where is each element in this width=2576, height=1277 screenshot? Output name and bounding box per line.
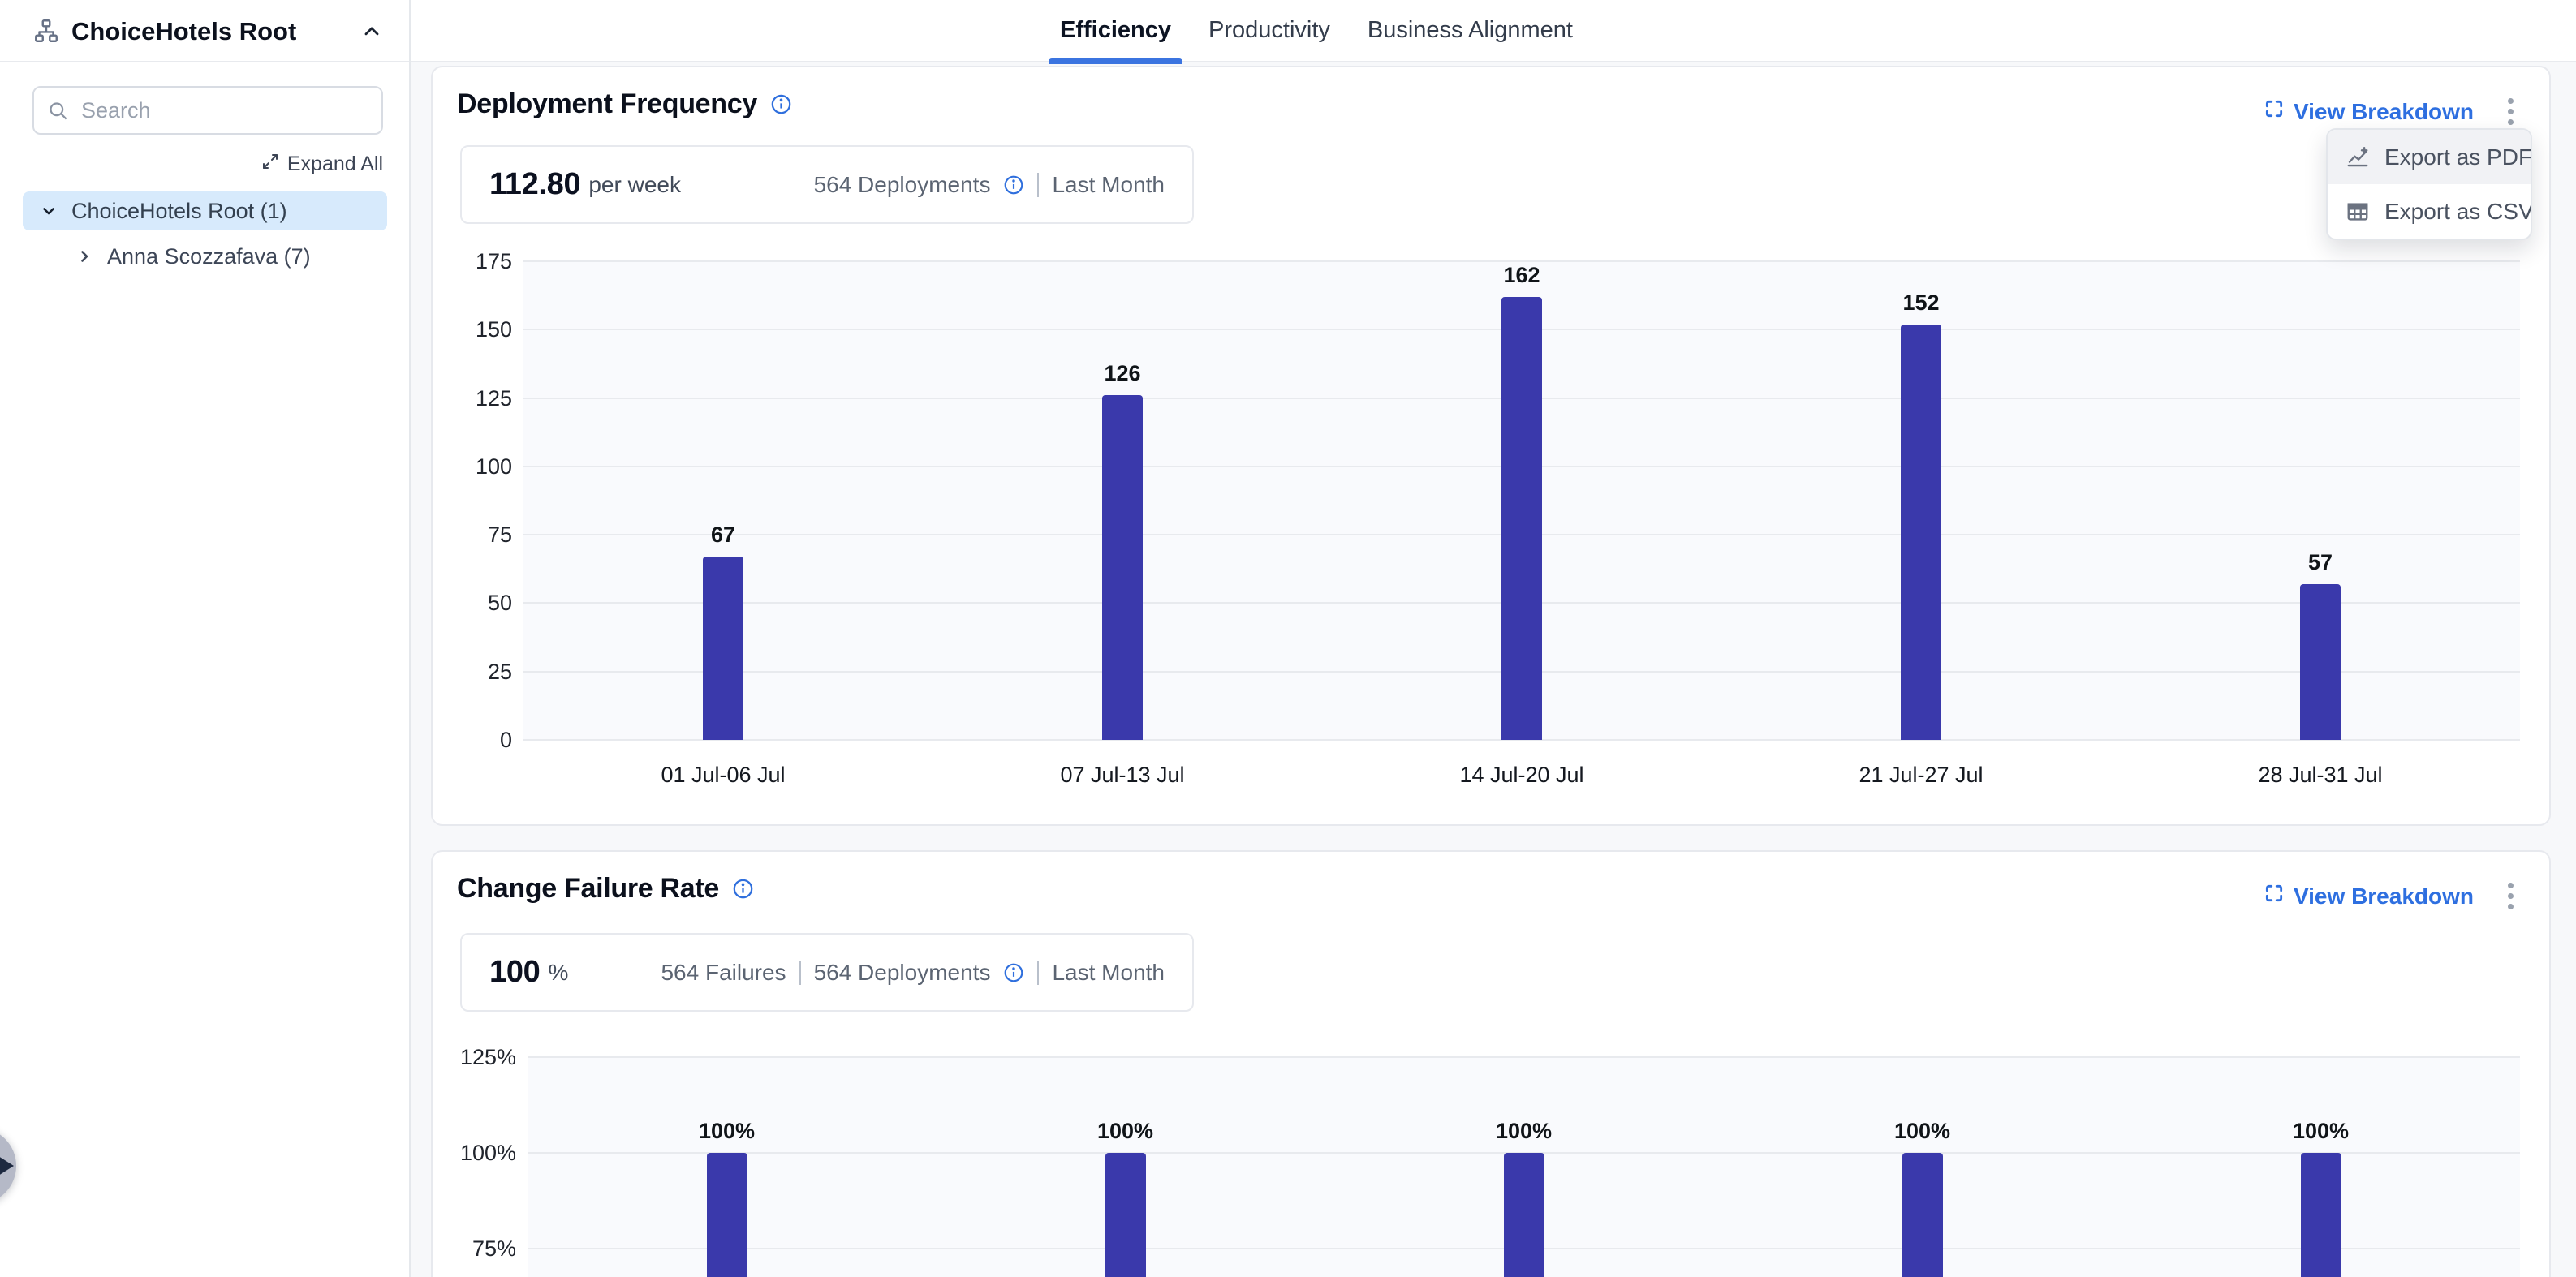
y-axis-tick-label: 100% (433, 1139, 516, 1167)
tree-item-label: Anna Scozzafava (7) (107, 244, 311, 269)
y-axis-tick-label: 175 (433, 247, 512, 275)
change-failure-rate-card: Change Failure Rate View Breakdown 100 %… (431, 850, 2551, 1277)
tree-item-choicehotels-root-1[interactable]: ChoiceHotels Root (1) (23, 191, 387, 230)
bar[interactable] (2300, 584, 2341, 740)
bar[interactable] (2301, 1153, 2341, 1277)
change-failure-rate-chart: 125% 100% 75% 100% 100% 100% 100% 100% (433, 852, 2549, 1277)
search-box (32, 86, 383, 135)
x-axis-category-label: 21 Jul-27 Jul (1759, 761, 2083, 789)
menu-item-label: Export as PDF (2384, 144, 2532, 170)
bar[interactable] (1901, 325, 1941, 740)
y-axis-tick-label: 100 (433, 453, 512, 480)
bar-value-label: 100% (1045, 1117, 1207, 1145)
bar-value-label: 162 (1441, 261, 1603, 289)
menu-item-export-as-pdf[interactable]: Export as PDF (2328, 130, 2531, 184)
menu-item-label: Export as CSV (2384, 199, 2532, 225)
tab-productivity[interactable]: Productivity (1197, 0, 1342, 62)
play-icon (0, 1156, 14, 1176)
bar-value-label: 152 (1840, 289, 2002, 316)
bar[interactable] (1102, 395, 1143, 740)
chevron-down-icon[interactable] (39, 201, 58, 221)
deployment-frequency-card: Deployment Frequency View Breakdown 112.… (431, 66, 2551, 826)
y-axis-tick-label: 125% (433, 1043, 516, 1071)
bar-value-label: 126 (1041, 359, 1204, 387)
bar-value-label: 100% (646, 1117, 808, 1145)
gridline (528, 1056, 2520, 1058)
deployment-frequency-chart: 175 150 125 100 75 50 25 0 67 01 Jul-06 Jul 126 07 … (433, 67, 2549, 824)
y-axis-tick-label: 25 (433, 658, 512, 686)
expand-all-button[interactable]: Expand All (32, 151, 383, 177)
expand-all-label: Expand All (287, 153, 383, 176)
chevron-up-icon[interactable] (360, 20, 383, 43)
y-axis-tick-label: 125 (433, 385, 512, 412)
y-axis-tick-label: 50 (433, 589, 512, 617)
y-axis-tick-label: 0 (433, 726, 512, 754)
org-tree: ChoiceHotels Root (1) Anna Scozzafava (7) (23, 191, 387, 282)
bar-value-label: 67 (642, 521, 804, 548)
export-menu: Export as PDF Export as CSV (2326, 128, 2532, 240)
bar[interactable] (1501, 297, 1542, 740)
tree-item-anna-scozzafava-7[interactable]: Anna Scozzafava (7) (23, 239, 387, 274)
tab-efficiency[interactable]: Efficiency (1049, 0, 1182, 62)
bar-value-label: 57 (2239, 548, 2402, 576)
bar-value-label: 100% (1443, 1117, 1605, 1145)
table-icon (2346, 200, 2370, 224)
y-axis-tick-label: 75 (433, 521, 512, 548)
x-axis-category-label: 14 Jul-20 Jul (1359, 761, 1684, 789)
y-axis-tick-label: 75% (433, 1235, 516, 1262)
y-axis-tick-label: 150 (433, 316, 512, 343)
sidebar: ChoiceHotels Root Expand All ChoiceHotel… (0, 0, 411, 1277)
tab-bar: EfficiencyProductivityBusiness Alignment (1049, 0, 1584, 62)
tab-business-alignment[interactable]: Business Alignment (1356, 0, 1584, 62)
x-axis-category-label: 07 Jul-13 Jul (960, 761, 1285, 789)
menu-item-export-as-csv[interactable]: Export as CSV (2328, 184, 2531, 239)
chart-plus-icon (2346, 145, 2370, 170)
sidebar-header: ChoiceHotels Root (0, 0, 409, 62)
tree-item-label: ChoiceHotels Root (1) (71, 199, 287, 224)
sidebar-title: ChoiceHotels Root (71, 0, 296, 62)
expand-all-icon (261, 152, 280, 177)
bar[interactable] (707, 1153, 747, 1277)
bar[interactable] (1105, 1153, 1146, 1277)
top-bar: EfficiencyProductivityBusiness Alignment (411, 0, 2576, 62)
bar[interactable] (1902, 1153, 1943, 1277)
org-hierarchy-icon (32, 17, 60, 45)
search-input[interactable] (34, 88, 381, 133)
bar-value-label: 100% (1842, 1117, 2004, 1145)
bar-value-label: 100% (2240, 1117, 2402, 1145)
x-axis-category-label: 01 Jul-06 Jul (561, 761, 885, 789)
x-axis-category-label: 28 Jul-31 Jul (2158, 761, 2483, 789)
bar[interactable] (703, 557, 743, 740)
chevron-right-icon[interactable] (75, 247, 94, 266)
bar[interactable] (1504, 1153, 1544, 1277)
